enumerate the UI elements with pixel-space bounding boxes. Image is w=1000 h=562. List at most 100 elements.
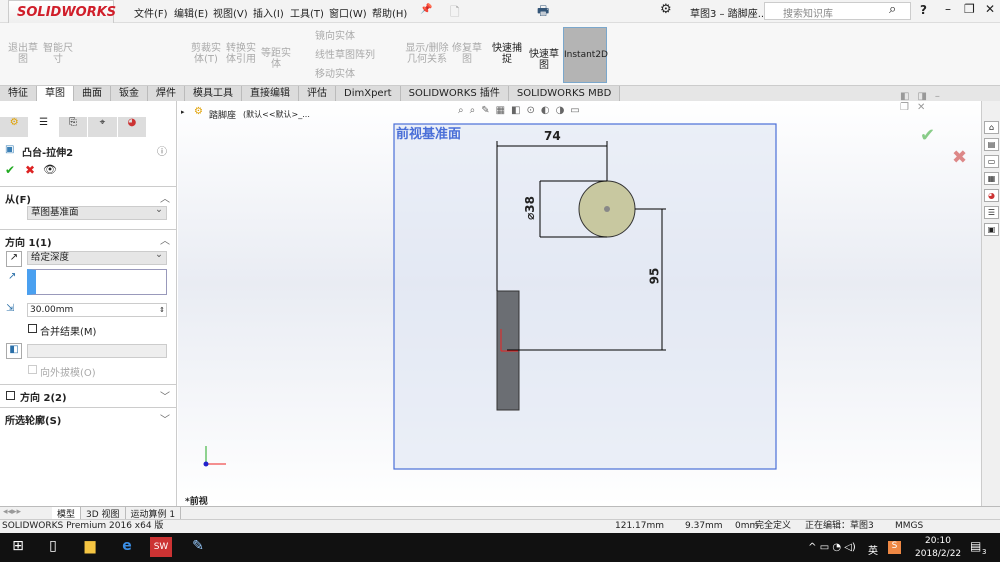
feature-tree-tab-icon[interactable]: ⚙ bbox=[0, 117, 29, 137]
ime-indicator[interactable]: 英 bbox=[868, 542, 878, 557]
move-entities-button[interactable]: 移动实体 bbox=[315, 69, 355, 80]
tab-features[interactable]: 特征 bbox=[0, 86, 37, 101]
help-icon[interactable]: ⓘ bbox=[157, 143, 167, 158]
tab-mbd[interactable]: SOLIDWORKS MBD bbox=[508, 86, 621, 101]
reverse-direction-icon[interactable]: ↗ bbox=[6, 251, 22, 267]
notification-icon[interactable]: ▤ bbox=[970, 539, 981, 553]
resources-icon[interactable]: ▤ bbox=[984, 138, 999, 151]
close-button[interactable]: ✕ bbox=[985, 2, 995, 16]
tab-sketch[interactable]: 草图 bbox=[37, 86, 74, 101]
clock-date[interactable]: 2018/2/22 bbox=[915, 549, 961, 559]
gear-icon[interactable]: ⚙ bbox=[660, 2, 672, 17]
direction2-checkbox[interactable] bbox=[6, 391, 15, 400]
appearances-icon[interactable]: ◕ bbox=[984, 189, 999, 202]
units-selector[interactable]: MMGS bbox=[895, 520, 923, 533]
end-condition-select[interactable]: 给定深度 bbox=[27, 249, 167, 265]
trim-button[interactable]: 剪裁实体(T) bbox=[190, 43, 222, 65]
extrude-icon: ▣ bbox=[5, 144, 15, 155]
exit-sketch-button[interactable]: 退出草图 bbox=[5, 43, 41, 65]
solidworks-logo[interactable]: SOLIDWORKS bbox=[8, 0, 116, 25]
menu-edit[interactable]: 编辑(E) bbox=[174, 5, 208, 20]
offset-button[interactable]: 等距实体 bbox=[260, 48, 292, 70]
smart-dimension-button[interactable]: 智能尺寸 bbox=[42, 43, 74, 65]
minimize-button[interactable]: – bbox=[945, 2, 951, 16]
search-input[interactable]: 搜索知识库 bbox=[783, 5, 833, 20]
file-explorer-icon[interactable]: ▦ bbox=[984, 172, 999, 185]
tab-3d-views[interactable]: 3D 视图 bbox=[81, 507, 126, 520]
paint-icon[interactable]: ✎ bbox=[188, 538, 208, 558]
dimxpert-tab-icon[interactable]: ⌖ bbox=[88, 117, 117, 137]
draft-angle-input[interactable] bbox=[27, 344, 167, 358]
expand-icon[interactable]: ﹀ bbox=[160, 388, 170, 403]
from-section-label[interactable]: 从(F) bbox=[5, 191, 31, 206]
appearance-tab-icon[interactable]: ◕ bbox=[117, 117, 147, 137]
task-view-icon[interactable]: ▯ bbox=[43, 538, 63, 558]
dimension-74[interactable]: 74 bbox=[544, 129, 561, 143]
search-box[interactable]: 搜索知识库 ⌕ bbox=[764, 2, 911, 20]
clock-time[interactable]: 20:10 bbox=[925, 536, 951, 546]
menu-insert[interactable]: 插入(I) bbox=[253, 5, 284, 20]
tab-model[interactable]: 模型 bbox=[52, 507, 82, 520]
menu-tools[interactable]: 工具(T) bbox=[290, 5, 324, 20]
display-relations-button[interactable]: 显示/删除几何关系 bbox=[405, 43, 449, 65]
property-manager-tab-icon[interactable]: ☰ bbox=[29, 117, 58, 137]
tab-surfaces[interactable]: 曲面 bbox=[74, 86, 111, 101]
sogou-icon[interactable]: S bbox=[888, 541, 901, 554]
linear-pattern-button[interactable]: 线性草图阵列 bbox=[315, 50, 375, 61]
menu-view[interactable]: 视图(V) bbox=[213, 5, 248, 20]
collapse-icon[interactable]: ︿ bbox=[160, 190, 170, 205]
tab-mold-tools[interactable]: 模具工具 bbox=[185, 86, 242, 101]
direction-reference-field[interactable] bbox=[27, 269, 167, 295]
rapid-snaps-button[interactable]: 快速捕捉 bbox=[490, 43, 524, 65]
tab-direct-editing[interactable]: 直接编辑 bbox=[242, 86, 299, 101]
mirror-button[interactable]: 镜向实体 bbox=[315, 31, 355, 42]
from-select[interactable]: 草图基准面 bbox=[27, 204, 167, 220]
dimension-95[interactable]: 95 bbox=[647, 268, 661, 285]
menu-file[interactable]: 文件(F) bbox=[134, 5, 168, 20]
search-icon[interactable]: ⌕ bbox=[889, 2, 896, 17]
cancel-button[interactable]: ✖ bbox=[25, 163, 35, 177]
edge-icon[interactable]: e bbox=[117, 538, 137, 558]
tab-motion-study[interactable]: 运动算例 1 bbox=[126, 507, 182, 520]
custom-properties-icon[interactable]: ☰ bbox=[984, 206, 999, 219]
depth-input[interactable]: 30.00mm ⇕ bbox=[27, 303, 167, 317]
solidworks-taskbar-icon[interactable]: SW bbox=[150, 537, 172, 557]
tab-scroll-icons[interactable]: ◂◂▸▸ bbox=[0, 507, 52, 519]
menu-window[interactable]: 窗口(W) bbox=[329, 5, 367, 20]
convert-entities-button[interactable]: 转换实体引用 bbox=[225, 43, 257, 65]
selected-contours-label[interactable]: 所选轮廓(S) bbox=[5, 412, 61, 427]
home-icon[interactable]: ⌂ bbox=[984, 121, 999, 134]
merge-checkbox[interactable] bbox=[28, 324, 37, 333]
configuration-tab-icon[interactable]: ⎘ bbox=[58, 117, 88, 137]
graphics-area[interactable]: ▸ ⚙ 踏脚座 (默认<<默认>_... ⌕⌕✎▦◧⊙◐◑▭ ◧◨–❐✕ ✔ ✖… bbox=[178, 91, 981, 507]
forum-icon[interactable]: ▣ bbox=[984, 223, 999, 236]
spin-icon[interactable]: ⇕ bbox=[159, 304, 165, 316]
menu-help[interactable]: 帮助(H) bbox=[372, 5, 407, 20]
repair-sketch-button[interactable]: 修复草图 bbox=[452, 43, 482, 65]
tab-sheet-metal[interactable]: 钣金 bbox=[111, 86, 148, 101]
tray-icons[interactable]: ^ ▭ ◔ ◁) bbox=[802, 542, 862, 562]
tab-evaluate[interactable]: 评估 bbox=[299, 86, 336, 101]
tab-dimxpert[interactable]: DimXpert bbox=[336, 86, 401, 101]
tab-addins[interactable]: SOLIDWORKS 插件 bbox=[400, 86, 509, 101]
direction1-label[interactable]: 方向 1(1) bbox=[5, 234, 52, 249]
folder-icon[interactable]: ▭ bbox=[984, 155, 999, 168]
dimension-diameter-38[interactable]: ⌀38 bbox=[523, 196, 537, 220]
ok-button[interactable]: ✔ bbox=[5, 163, 15, 177]
help-icon[interactable]: ? bbox=[920, 3, 927, 17]
tab-weldments[interactable]: 焊件 bbox=[148, 86, 185, 101]
expand-icon[interactable]: ﹀ bbox=[160, 411, 170, 426]
pin-icon[interactable]: 📌 bbox=[420, 4, 432, 15]
collapse-icon[interactable]: ︿ bbox=[160, 232, 170, 247]
rapid-sketch-button[interactable]: 快速草图 bbox=[528, 49, 560, 71]
preview-eye-icon[interactable]: 👁 bbox=[43, 163, 57, 176]
restore-button[interactable]: ❐ bbox=[964, 2, 975, 16]
print-icon[interactable]: 🖶 bbox=[537, 2, 549, 24]
file-explorer-icon[interactable]: ▆ bbox=[80, 538, 100, 558]
draft-icon[interactable]: ◧ bbox=[6, 343, 22, 359]
direction2-label[interactable]: 方向 2(2) bbox=[20, 389, 67, 404]
instant2d-button[interactable]: Instant2D bbox=[563, 27, 608, 83]
windows-start-icon[interactable]: ⊞ bbox=[8, 538, 28, 558]
draft-outward-checkbox[interactable] bbox=[28, 365, 37, 374]
new-file-icon[interactable]: 🗋 bbox=[450, 3, 460, 24]
